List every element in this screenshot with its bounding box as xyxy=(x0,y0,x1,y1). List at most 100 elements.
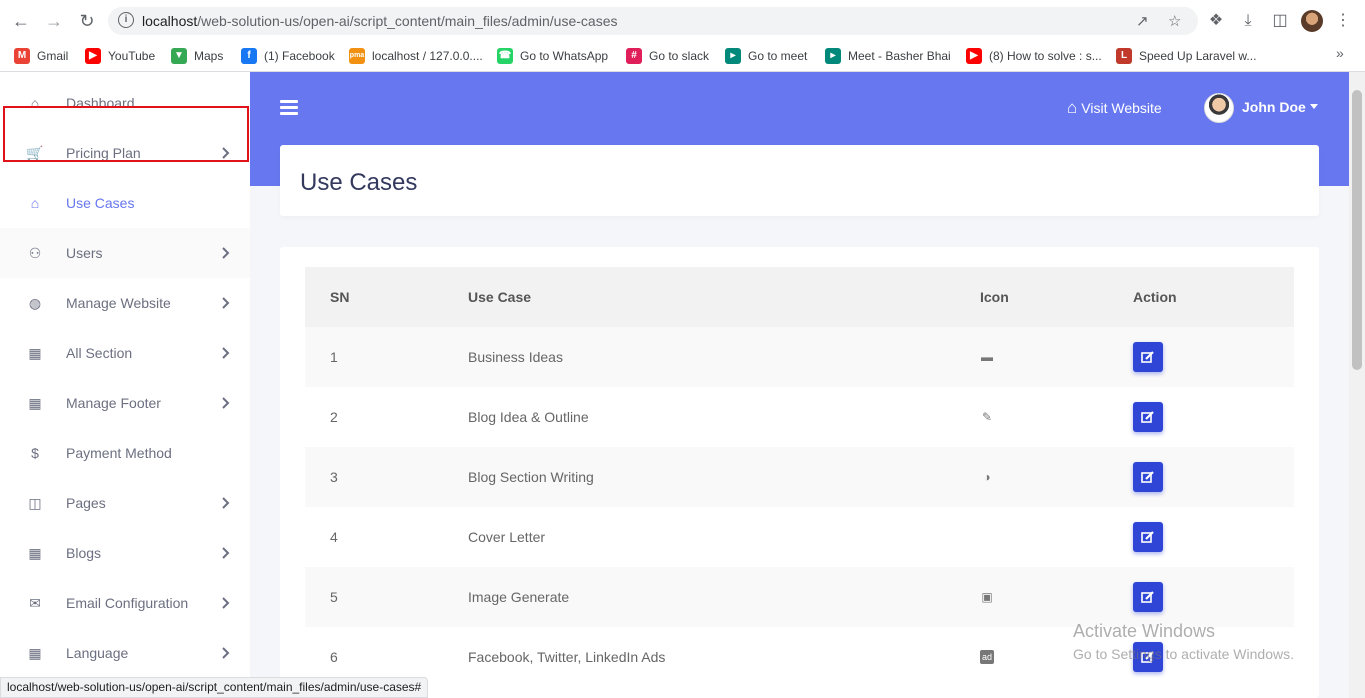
star-icon[interactable]: ☆ xyxy=(1168,12,1181,30)
cell-use-case: Cover Letter xyxy=(468,529,546,545)
edit-icon xyxy=(1141,351,1154,363)
bookmark-label: YouTube xyxy=(108,49,156,63)
bookmarks-bar: M Gmail ▶ YouTube ▼ Maps f (1) Facebook pma local… xyxy=(0,42,1365,72)
bookmark-item[interactable]: ▼ Maps xyxy=(171,46,223,66)
edit-icon: ✎ xyxy=(981,410,993,424)
maps-icon: ▼ xyxy=(171,48,187,64)
cell-sn: 3 xyxy=(330,469,338,485)
grid-icon: ▦ xyxy=(28,645,42,661)
hamburger-menu-icon[interactable] xyxy=(280,100,298,116)
column-header-icon: Icon xyxy=(980,289,1009,305)
sidebar-item-use-cases[interactable]: ⌂ Use Cases xyxy=(0,178,250,228)
cell-sn: 1 xyxy=(330,349,338,365)
user-name: John Doe xyxy=(1242,99,1306,115)
extensions-icon[interactable]: ❖ xyxy=(1206,11,1226,31)
sidebar-item-users[interactable]: ⚇ Users xyxy=(0,228,250,278)
briefcase-icon: ▬ xyxy=(981,350,993,364)
url-text[interactable]: localhost/web-solution-us/open-ai/script… xyxy=(142,13,617,29)
bookmark-item[interactable]: # Go to slack xyxy=(626,46,709,66)
bookmark-item[interactable]: ▸ Go to meet xyxy=(725,46,807,66)
table-row: 5 Image Generate ▣ xyxy=(305,567,1294,627)
bookmark-item[interactable]: f (1) Facebook xyxy=(241,46,335,66)
bookmark-item[interactable]: ▶ (8) How to solve : s... xyxy=(966,46,1102,66)
grid-icon: ▦ xyxy=(28,345,42,361)
globe-icon: ◍ xyxy=(28,295,42,311)
bookmark-item[interactable]: ▸ Meet - Basher Bhai xyxy=(825,46,951,66)
sidebar-item-all-section[interactable]: ▦ All Section xyxy=(0,328,250,378)
whatsapp-icon: ☎ xyxy=(497,48,513,64)
download-icon[interactable]: ⤓ xyxy=(1238,11,1258,31)
cell-use-case: Image Generate xyxy=(468,589,570,605)
forward-icon[interactable]: → xyxy=(43,10,65,32)
sidepanel-icon[interactable]: ◫ xyxy=(1270,11,1290,31)
bookmark-label: Meet - Basher Bhai xyxy=(848,49,951,63)
address-bar[interactable]: i localhost/web-solution-us/open-ai/scri… xyxy=(108,7,1198,35)
bookmark-item[interactable]: ▶ YouTube xyxy=(85,46,155,66)
sidebar-item-blogs[interactable]: ▦ Blogs xyxy=(0,528,250,578)
sidebar: ⌂ Dashboard 🛒 Pricing Plan ⌂ Use Cases ⚇ Users ◍… xyxy=(0,72,250,698)
edit-button[interactable] xyxy=(1133,522,1163,552)
sidebar-item-label: Use Cases xyxy=(66,195,135,211)
cell-sn: 4 xyxy=(330,529,338,545)
cell-use-case: Blog Idea & Outline xyxy=(468,409,589,425)
menu-dots-icon[interactable]: ⋮ xyxy=(1333,11,1353,31)
bookmark-item[interactable]: L Speed Up Laravel w... xyxy=(1116,46,1256,66)
edit-icon xyxy=(1141,591,1154,603)
column-header-use-case: Use Case xyxy=(468,289,532,305)
sidebar-item-label: Manage Website xyxy=(66,295,171,311)
bookmark-item[interactable]: pma localhost / 127.0.0.... xyxy=(349,46,483,66)
site-info-icon[interactable]: i xyxy=(118,12,134,28)
dollar-icon: $ xyxy=(31,445,39,461)
cell-sn: 5 xyxy=(330,589,338,605)
sidebar-item-label: Blogs xyxy=(66,545,102,561)
chevron-right-icon xyxy=(218,246,232,260)
users-icon: ⚇ xyxy=(28,245,42,261)
sidebar-item-manage-website[interactable]: ◍ Manage Website xyxy=(0,278,250,328)
sidebar-item-label: Language xyxy=(66,645,129,661)
table-row: 4 Cover Letter xyxy=(305,507,1294,567)
meet-icon: ▸ xyxy=(825,48,841,64)
ad-icon: ad xyxy=(980,650,994,664)
cell-sn: 2 xyxy=(330,409,338,425)
scrollbar-thumb[interactable] xyxy=(1352,90,1362,370)
page-scrollbar[interactable] xyxy=(1349,72,1365,698)
share-icon[interactable]: ↗ xyxy=(1136,12,1149,30)
edit-button[interactable] xyxy=(1133,582,1163,612)
chevron-right-icon xyxy=(218,346,232,360)
reload-icon[interactable]: ↻ xyxy=(76,10,98,32)
back-icon[interactable]: ← xyxy=(10,10,32,32)
bookmark-label: Speed Up Laravel w... xyxy=(1139,49,1257,63)
activate-windows-title: Activate Windows xyxy=(1073,621,1216,641)
browser-profile-avatar[interactable] xyxy=(1301,10,1323,32)
edit-icon xyxy=(1141,411,1154,423)
bookmark-label: Gmail xyxy=(37,49,69,63)
sidebar-item-label: Email Configuration xyxy=(66,595,189,611)
cell-sn: 6 xyxy=(330,649,338,665)
table-row: 1 Business Ideas ▬ xyxy=(305,327,1294,387)
table-row: 3 Blog Section Writing ◑ xyxy=(305,447,1294,507)
edit-button[interactable] xyxy=(1133,462,1163,492)
bookmark-item[interactable]: M Gmail xyxy=(14,46,68,66)
visit-website-label: Visit Website xyxy=(1081,100,1162,116)
sidebar-item-language[interactable]: ▦ Language xyxy=(0,628,250,678)
sidebar-item-pages[interactable]: ◫ Pages xyxy=(0,478,250,528)
sidebar-item-label: Pages xyxy=(66,495,106,511)
phpmyadmin-icon: pma xyxy=(349,48,365,64)
edit-button[interactable] xyxy=(1133,402,1163,432)
user-dropdown[interactable]: John Doe xyxy=(1242,99,1318,115)
edit-button[interactable] xyxy=(1133,342,1163,372)
youtube-icon: ▶ xyxy=(966,48,982,64)
sidebar-item-manage-footer[interactable]: ▦ Manage Footer xyxy=(0,378,250,428)
visit-website-link[interactable]: ⌂ Visit Website xyxy=(1067,98,1162,118)
bookmarks-overflow-icon[interactable]: » xyxy=(1336,45,1344,61)
chevron-right-icon xyxy=(218,596,232,610)
avatar[interactable] xyxy=(1204,93,1234,123)
chevron-right-icon xyxy=(218,646,232,660)
table-row: 2 Blog Idea & Outline ✎ xyxy=(305,387,1294,447)
sidebar-item-email-configuration[interactable]: ✉ Email Configuration xyxy=(0,578,250,628)
sidebar-item-payment-method[interactable]: $ Payment Method xyxy=(0,428,250,478)
bookmark-label: Maps xyxy=(194,49,224,63)
laravel-icon: L xyxy=(1116,48,1132,64)
bookmark-item[interactable]: ☎ Go to WhatsApp xyxy=(497,46,608,66)
page-title: Use Cases xyxy=(300,169,418,196)
